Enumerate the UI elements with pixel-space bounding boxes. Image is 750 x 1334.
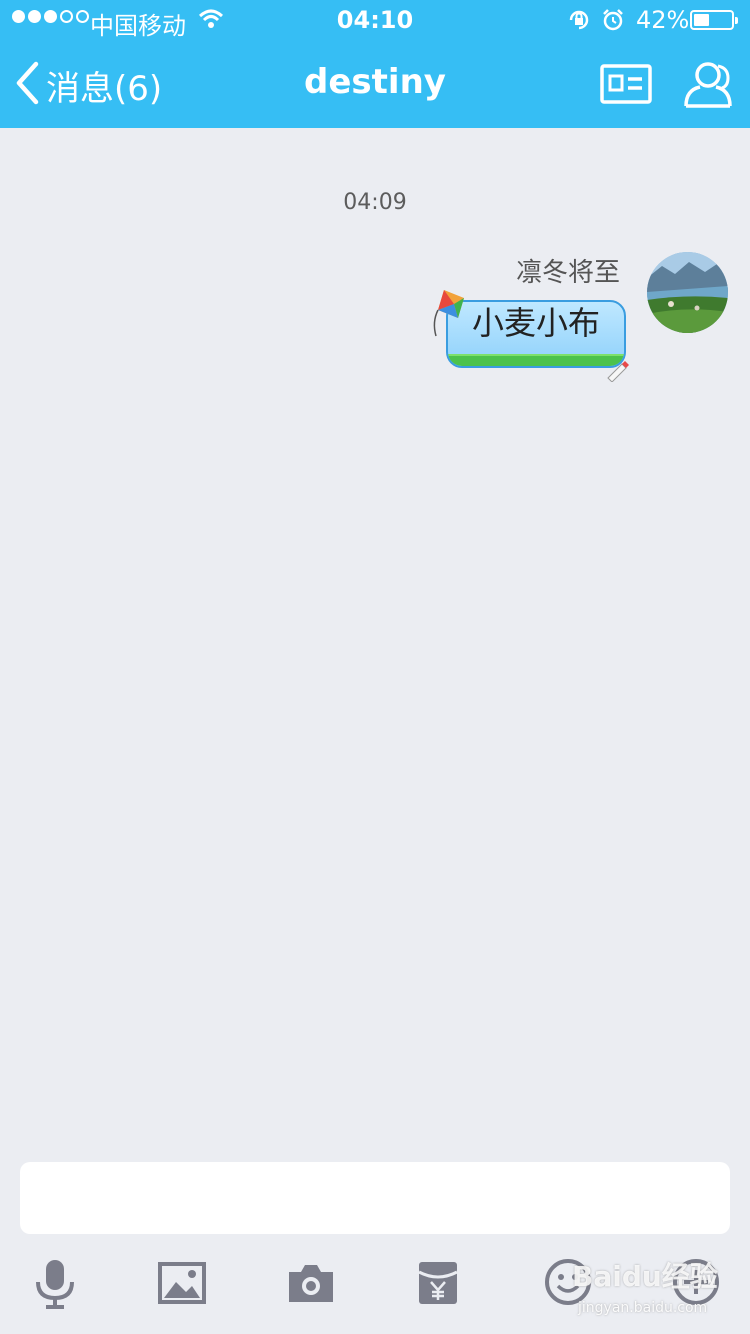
status-bar: 中国移动 04:10 42% [0,0,750,40]
orientation-lock-icon [567,8,591,38]
back-label: 消息(6) [46,68,163,109]
avatar[interactable] [647,252,728,333]
chevron-left-icon [14,61,40,109]
contacts-icon[interactable] [680,60,736,114]
page-title: destiny [304,62,446,102]
microphone-icon[interactable] [33,1258,77,1314]
chat-timestamp: 04:09 [343,190,407,215]
top-bar: 中国移动 04:10 42% 消息(6) destiny [0,0,750,128]
message-bubble[interactable]: 小麦小布 [428,288,643,388]
profile-card-icon[interactable] [600,64,652,108]
kite-icon [428,288,472,342]
image-icon[interactable] [158,1262,206,1308]
message-sender-name: 凛冬将至 [515,258,620,288]
watermark-url: jingyan.baidu.com [578,1300,708,1316]
message-input[interactable] [20,1162,730,1234]
battery-percent: 42% [636,6,690,34]
watermark-text: Baidu经验 [572,1260,718,1293]
alarm-icon [601,8,625,38]
pencil-icon [604,358,630,386]
red-packet-icon[interactable] [417,1260,459,1310]
camera-icon[interactable] [287,1262,335,1308]
message-text: 小麦小布 [471,304,600,342]
back-button[interactable]: 消息(6) [14,60,162,110]
battery-icon [690,10,738,30]
